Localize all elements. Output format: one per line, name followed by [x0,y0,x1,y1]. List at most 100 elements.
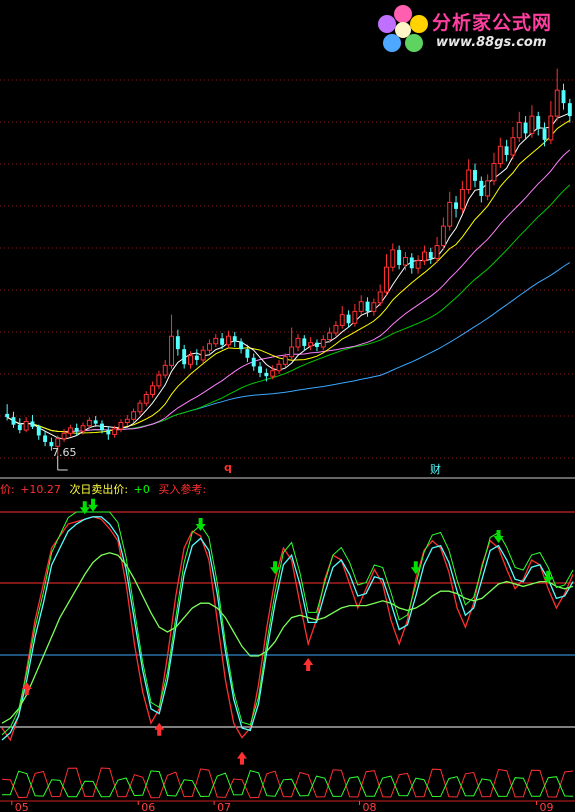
candle-up [352,310,358,324]
flower-logo-icon [378,5,428,52]
watermark-title: 分析家公式网 [432,12,553,34]
candle-up [308,342,314,347]
site-watermark: 分析家公式网 www.88gs.com [376,4,572,56]
candle-up [434,245,440,260]
candle-down [251,357,256,367]
candle-up [270,370,276,377]
candle-up [225,335,231,346]
candle-up [276,363,282,372]
candle-down [365,301,370,312]
candle-up [200,349,206,361]
candle-up [529,115,535,134]
candle-down [302,338,307,346]
candle-up [150,385,156,395]
month-label: 07 [217,801,231,812]
candle-up [131,411,137,420]
candle-down [428,252,433,259]
candle-up [390,249,396,268]
month-label: 09 [540,801,554,812]
candle-up [510,137,516,156]
sell-arrow-icon [195,518,206,531]
candle-up [289,346,295,358]
candle-down [258,366,263,373]
candle-up [320,338,326,348]
ma5-line [6,112,570,440]
candle-up [67,427,73,434]
candle-down [220,338,225,345]
candle-down [100,423,104,431]
month-label: 06 [141,801,155,812]
candle-down [245,349,250,358]
candle-up [358,301,364,312]
candle-up [421,251,427,262]
candle-up [80,425,86,432]
candle-up [548,115,554,141]
candle-down [11,417,16,425]
buy-arrow-icon [236,751,247,765]
candle-down [536,116,541,130]
candle-down [5,413,10,418]
candle-down [93,420,98,424]
candle-up [213,337,219,345]
candle-up [459,188,465,210]
price-value: +10.27 [20,483,61,496]
candle-down [523,122,528,134]
candle-up [466,169,472,190]
candle-down [182,349,187,365]
month-label: 05 [15,801,29,812]
candle-up [143,393,149,404]
candle-up [384,266,389,293]
stock-chart: 05 06 07 08 09 [0,68,575,812]
candle-up [169,335,174,366]
candle-down [175,336,180,350]
sell-arrow-icon [88,498,99,512]
candle-down [567,103,572,117]
candle-up [156,374,162,387]
marker-cai: 财 [430,463,441,476]
candle-up [491,163,497,182]
bottom-wave-green [1,769,574,798]
ma30-line [6,184,571,433]
candle-up [188,355,193,365]
candle-down [314,342,319,347]
candle-up [447,201,453,227]
candle-up [207,343,212,351]
candle-up [282,356,288,365]
candle-up [118,422,124,430]
candle-up [377,291,383,304]
ma60-line [6,262,571,433]
candle-up [497,145,503,165]
candle-up [137,402,143,413]
buy-arrow-icon [303,658,314,671]
sell-arrow-icon [270,561,281,575]
candle-up [554,89,560,117]
candle-down [106,430,111,435]
candle-up [415,260,421,269]
candle-up [327,332,333,340]
candle-down [232,336,237,342]
candle-down [504,146,509,155]
marker-q: q [224,461,232,474]
buy-ref-label: 买入参考: [158,483,207,496]
candle-up [112,428,118,435]
next-sell-value: +0 [133,483,150,496]
candle-down [43,435,48,442]
candle-up [86,419,92,427]
candle-down [346,314,351,324]
candle-up [485,180,491,197]
slow-line [1,552,574,724]
candle-down [479,180,484,196]
bottom-wave-red [1,767,574,799]
candle-down [17,424,22,431]
candle-up [516,122,522,139]
candle-down [542,129,547,140]
candle-down [473,170,477,181]
candle-down [409,257,414,269]
fast-line [1,516,574,742]
candle-up [333,324,339,334]
candle-down [30,421,35,427]
indicator-header: 价: +10.27 次日卖出价: +0 买入参考: [0,482,208,498]
candle-up [371,302,377,312]
candle-down [36,426,41,436]
sell-arrow-icon [493,530,504,543]
